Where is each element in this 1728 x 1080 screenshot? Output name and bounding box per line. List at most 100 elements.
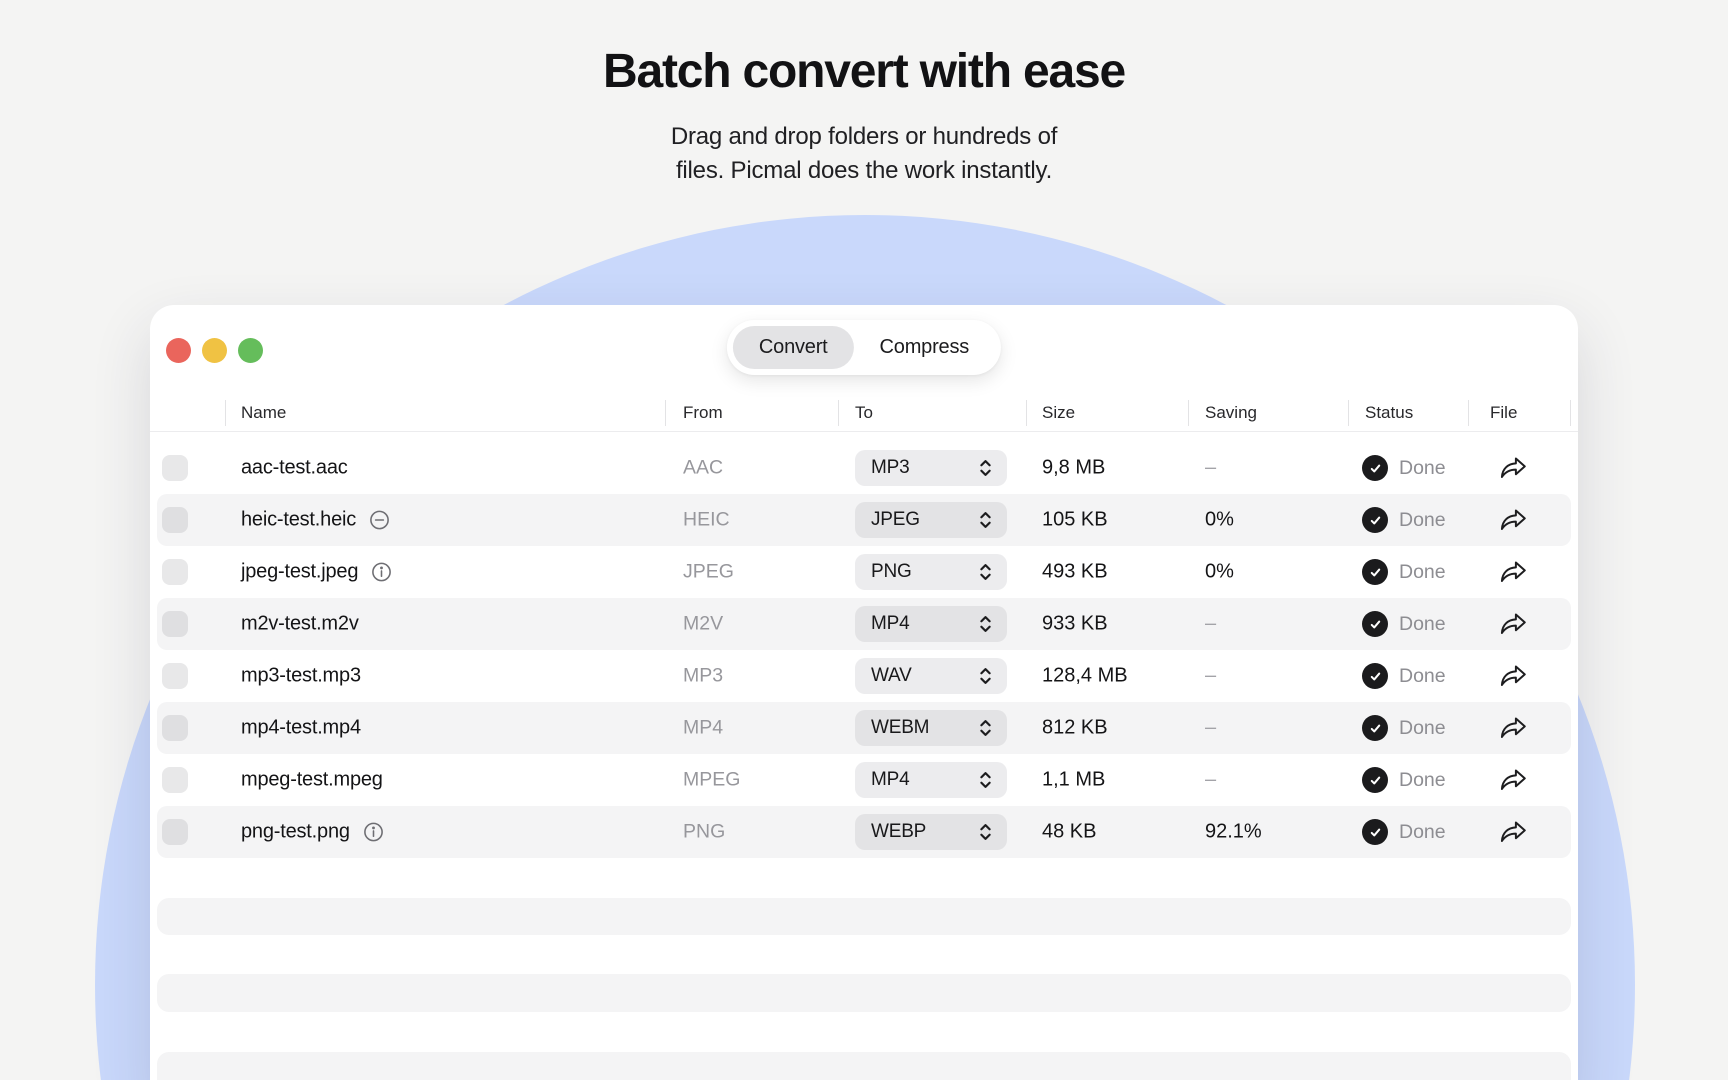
page-title: Batch convert with ease [603, 45, 1126, 98]
to-format-select[interactable]: MP4 [855, 762, 1007, 798]
row-checkbox[interactable] [162, 507, 188, 533]
header-divider [1468, 400, 1469, 426]
to-format-select[interactable]: PNG [855, 554, 1007, 590]
table-row: m2v-test.m2v M2V MP4 933 KB – Done [157, 598, 1571, 650]
table-row: heic-test.heic HEIC JPEG 105 KB 0% Done [157, 494, 1571, 546]
chevron-up-down-icon [976, 769, 995, 791]
window-titlebar: Convert Compress [150, 305, 1578, 395]
chevron-up-down-icon [976, 665, 995, 687]
status-label: Done [1399, 560, 1446, 583]
to-format-select[interactable]: MP4 [855, 606, 1007, 642]
header-divider [225, 400, 226, 426]
saving-cell: 92.1% [1205, 820, 1262, 843]
header-divider [1026, 400, 1027, 426]
from-format: PNG [683, 820, 726, 843]
share-file-button[interactable] [1493, 500, 1533, 540]
close-button[interactable] [166, 338, 191, 363]
row-checkbox[interactable] [162, 455, 188, 481]
row-checkbox[interactable] [162, 663, 188, 689]
check-icon [1362, 767, 1388, 793]
from-format: AAC [683, 456, 724, 479]
file-size: 1,1 MB [1042, 768, 1106, 791]
saving-cell: 0% [1205, 560, 1234, 583]
chevron-up-down-icon [976, 561, 995, 583]
share-file-button[interactable] [1493, 448, 1533, 488]
file-name: mp3-test.mp3 [241, 664, 361, 687]
share-file-button[interactable] [1493, 708, 1533, 748]
table-row: aac-test.aac AAC MP3 9,8 MB – Done [157, 442, 1571, 494]
tab-convert[interactable]: Convert [732, 326, 854, 369]
share-arrow-icon [1500, 821, 1526, 842]
info-circle-icon[interactable] [363, 822, 384, 843]
share-file-button[interactable] [1493, 604, 1533, 644]
empty-row-placeholder [157, 974, 1571, 1012]
column-header-saving[interactable]: Saving [1205, 403, 1257, 423]
window-controls [166, 338, 263, 363]
from-format: MP4 [683, 716, 724, 739]
column-header-name[interactable]: Name [241, 403, 286, 423]
file-size: 493 KB [1042, 560, 1108, 583]
status-badge: Done [1362, 611, 1446, 637]
row-checkbox[interactable] [162, 715, 188, 741]
row-checkbox[interactable] [162, 767, 188, 793]
header-divider [838, 400, 839, 426]
column-header-from[interactable]: From [683, 403, 723, 423]
saving-cell: 0% [1205, 508, 1234, 531]
minimize-button[interactable] [202, 338, 227, 363]
status-label: Done [1399, 612, 1446, 635]
status-badge: Done [1362, 767, 1446, 793]
column-header-size[interactable]: Size [1042, 403, 1075, 423]
table-header: Name From To Size Saving Status File [150, 395, 1578, 432]
status-label: Done [1399, 716, 1446, 739]
to-format-select[interactable]: MP3 [855, 450, 1007, 486]
chevron-up-down-icon [976, 821, 995, 843]
from-format: HEIC [683, 508, 730, 531]
status-badge: Done [1362, 455, 1446, 481]
to-format-select[interactable]: WAV [855, 658, 1007, 694]
info-circle-icon[interactable] [371, 562, 392, 583]
table-row: mp3-test.mp3 MP3 WAV 128,4 MB – Done [157, 650, 1571, 702]
status-label: Done [1399, 508, 1446, 531]
status-badge: Done [1362, 819, 1446, 845]
file-size: 9,8 MB [1042, 456, 1106, 479]
column-header-to[interactable]: To [855, 403, 873, 423]
tab-compress[interactable]: Compress [854, 326, 996, 369]
check-icon [1362, 819, 1388, 845]
status-badge: Done [1362, 663, 1446, 689]
share-file-button[interactable] [1493, 812, 1533, 852]
table-row: jpeg-test.jpeg JPEG PNG 493 KB 0% Done [157, 546, 1571, 598]
file-name: m2v-test.m2v [241, 612, 359, 635]
to-format-select[interactable]: JPEG [855, 502, 1007, 538]
file-name-cell: mpeg-test.mpeg [241, 769, 383, 792]
file-name-cell: aac-test.aac [241, 457, 348, 480]
row-checkbox[interactable] [162, 611, 188, 637]
file-size: 128,4 MB [1042, 664, 1128, 687]
zoom-button[interactable] [238, 338, 263, 363]
share-file-button[interactable] [1493, 760, 1533, 800]
to-format-select[interactable]: WEBP [855, 814, 1007, 850]
header-divider [665, 400, 666, 426]
share-arrow-icon [1500, 665, 1526, 686]
saving-cell: – [1205, 768, 1217, 791]
row-checkbox[interactable] [162, 559, 188, 585]
check-icon [1362, 663, 1388, 689]
minus-circle-icon[interactable] [369, 510, 390, 531]
from-format: MP3 [683, 664, 724, 687]
file-name-cell: m2v-test.m2v [241, 613, 359, 636]
chevron-up-down-icon [976, 509, 995, 531]
check-icon [1362, 455, 1388, 481]
chevron-up-down-icon [976, 613, 995, 635]
column-header-status[interactable]: Status [1365, 403, 1413, 423]
chevron-up-down-icon [976, 457, 995, 479]
share-file-button[interactable] [1493, 656, 1533, 696]
file-size: 105 KB [1042, 508, 1108, 531]
file-name: mpeg-test.mpeg [241, 768, 383, 791]
header-divider [1570, 400, 1571, 426]
table-row: mp4-test.mp4 MP4 WEBM 812 KB – Done [157, 702, 1571, 754]
column-header-file[interactable]: File [1490, 403, 1517, 423]
to-format-select[interactable]: WEBM [855, 710, 1007, 746]
share-file-button[interactable] [1493, 552, 1533, 592]
file-name-cell: mp4-test.mp4 [241, 717, 361, 740]
file-name-cell: heic-test.heic [241, 509, 390, 532]
row-checkbox[interactable] [162, 819, 188, 845]
